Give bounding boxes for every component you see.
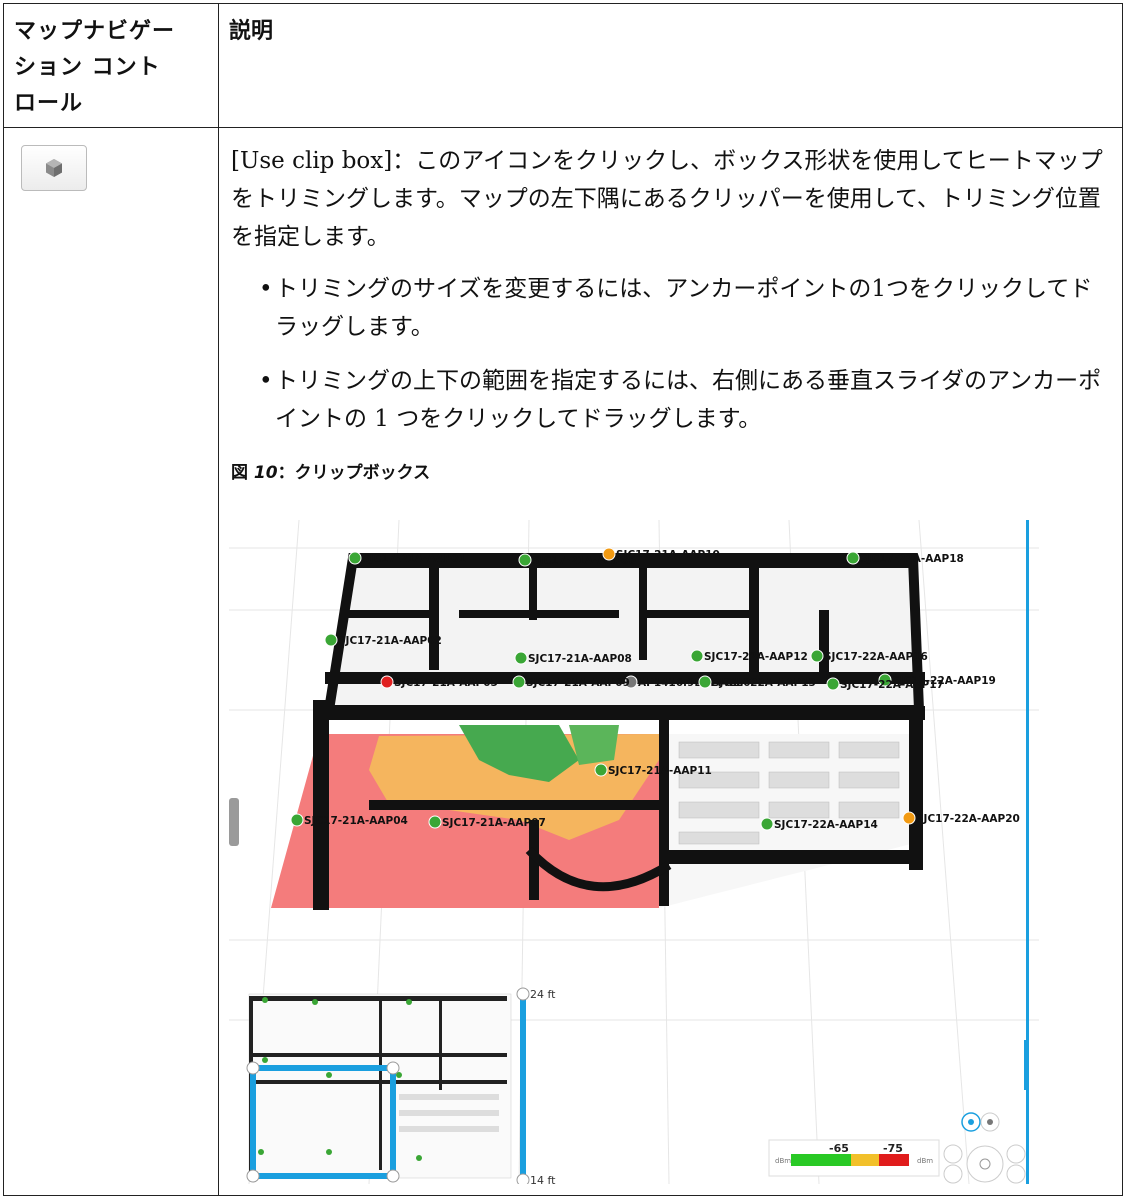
header-control-line: マップナビゲー [14, 19, 176, 44]
signal-legend: dBm -65 -75 dBm [768, 1139, 940, 1177]
ap-label: SJC17-22A-AAP17 [840, 679, 944, 691]
ap-marker[interactable]: SJC17-21A-AAP08 [514, 651, 632, 665]
anchor-point[interactable] [246, 1061, 260, 1075]
ap-pin-icon [690, 649, 704, 663]
description-intro: [Use clip box]：このアイコンをクリックし、ボックス形状を使用してヒ… [231, 148, 1103, 250]
ap-label: SJC17-21A-AAP11 [608, 765, 712, 777]
ap-pin-icon [594, 763, 608, 777]
ap-label: SJC17-21A-AAP08 [528, 653, 632, 665]
header-control-line: ション コント [14, 55, 161, 80]
pin-icon[interactable] [943, 1164, 963, 1184]
ap-marker[interactable]: SJC17-21A-AAP05 [380, 675, 498, 689]
table-row: [Use clip box]：このアイコンをクリックし、ボックス形状を使用してヒ… [3, 127, 1123, 1196]
ap-marker[interactable]: SJC17-21A-AAP10 [602, 547, 720, 561]
ap-pin-icon [512, 675, 526, 689]
ap-pin-icon [826, 677, 840, 691]
ap-pin-icon [518, 553, 532, 567]
ap-pin-icon [760, 817, 774, 831]
anchor-point[interactable] [386, 1169, 400, 1183]
ap-label: SJC17-22A-AAP14 [774, 819, 878, 831]
anchor-point[interactable] [386, 1061, 400, 1075]
ap-marker[interactable]: SJC17-22A-AAP13 [698, 675, 816, 689]
ap-label: SJC17-21A-AAP10 [616, 549, 720, 561]
ap-label: SJC17-21A-AAP02 [338, 635, 442, 647]
anchor-point[interactable] [246, 1169, 260, 1183]
height-slider[interactable]: 24 ft 14 ft [516, 987, 556, 1184]
ap-label: SJC17-22A-AAP12 [704, 651, 808, 663]
ap-pin-icon [324, 633, 338, 647]
bullet-list: トリミングのサイズを変更するには、アンカーポイントの1つをクリックしてドラッグし… [231, 270, 1110, 438]
header-control-line: ロール [14, 91, 84, 116]
clip-box-icon [46, 159, 62, 177]
ap-label: SJC17-21A-AAP09 [526, 677, 630, 689]
header-cell-control: マップナビゲー ション コント ロール [3, 3, 219, 128]
ap-pin-icon [698, 675, 712, 689]
slider-anchor-bottom[interactable] [516, 1173, 530, 1184]
collapse-tab[interactable] [229, 798, 239, 846]
header-cell-description: 説明 [218, 3, 1123, 128]
ap-marker[interactable]: SJC17-22A-AAP14 [760, 817, 878, 831]
slider-bottom-label: 14 ft [530, 1174, 556, 1184]
ap-pin-icon [348, 551, 362, 565]
ap-marker[interactable]: SJC17-21A-AAP04 [290, 813, 408, 827]
caption-text: ：クリップボックス [277, 463, 431, 483]
legend-unit-left: dBm [775, 1157, 791, 1165]
list-item: トリミングの上下の範囲を指定するには、右側にある垂直スライダのアンカーポイントの… [259, 362, 1110, 438]
ap-marker[interactable]: SJC17-21A-AAP07 [428, 815, 546, 829]
ap-label: SJC17-22A-AAP13 [712, 677, 816, 689]
ap-label: SJC17-22A-AAP20 [916, 813, 1020, 825]
ap-marker[interactable]: SJC17-22A-AAP20 [902, 811, 1020, 825]
ap-pin-icon [846, 551, 860, 565]
ap-label: SJC17-22A-AAP16 [824, 651, 928, 663]
list-item: トリミングのサイズを変更するには、アンカーポイントの1つをクリックしてドラッグし… [259, 270, 1110, 346]
header-description-label: 説明 [229, 19, 274, 44]
legend-mid-value: -65 [829, 1142, 849, 1155]
ap-pin-icon [902, 811, 916, 825]
ap-marker[interactable]: SJC17-22A-AAP18 [846, 551, 964, 565]
description-body: [Use clip box]：このアイコンをクリックし、ボックス形状を使用してヒ… [219, 128, 1122, 1184]
slider-anchor-top[interactable] [516, 987, 530, 1001]
slider-top-label: 24 ft [530, 988, 556, 1001]
ap-marker[interactable]: SJC17-21A-AAP09 [512, 675, 630, 689]
ap-label: SJC17-21A-AAP07 [442, 817, 546, 829]
clipper-minimap[interactable] [246, 993, 512, 1183]
ap-pin-icon [428, 815, 442, 829]
header-row: マップナビゲー ション コント ロール 説明 [3, 3, 1123, 128]
control-cell [3, 127, 219, 1196]
legend-unit-right: dBm [917, 1157, 933, 1165]
legend-low-value: -75 [883, 1142, 903, 1155]
ap-pin-icon [810, 649, 824, 663]
ap-marker[interactable]: SJC17-21A-AAP02 [324, 633, 442, 647]
view-controls [943, 1112, 1026, 1184]
ap-pin-icon [602, 547, 616, 561]
clip-box-button[interactable] [21, 145, 87, 191]
zoom-out-icon[interactable] [1006, 1164, 1026, 1184]
ap-pin-icon [514, 651, 528, 665]
ap-marker[interactable]: SJC17-21A-AAP01 [348, 551, 466, 565]
figure-caption: 図 10：クリップボックス [231, 454, 1110, 492]
floor-map: SJC17-21A-AAP01 SJC17-21A-AAP06SJC17-21A-… [229, 520, 1039, 1184]
ap-label: SJC17-21A-AAP05 [394, 677, 498, 689]
ap-marker[interactable]: SJC17-21A-AAP11 [594, 763, 712, 777]
ap-label: SJC17-22A-AAP18 [860, 553, 964, 565]
zoom-in-icon[interactable] [1006, 1144, 1026, 1164]
header-control-label: マップナビゲー ション コント ロール [4, 4, 218, 122]
ap-label: SJC17-21A-AAP01 [362, 553, 466, 565]
clip-box-figure: SJC17-21A-AAP01 SJC17-21A-AAP06 SJC17-21A-… [229, 520, 1039, 1184]
ap-marker[interactable]: SJC17-22A-AAP12 [690, 649, 808, 663]
ap-marker[interactable]: SJC17-22A-AAP17 [826, 677, 944, 691]
doc-table: マップナビゲー ション コント ロール 説明 [Use clip box]：この… [3, 3, 1123, 1196]
ap-label: SJC17-21A-AAP04 [304, 815, 408, 827]
ap-marker[interactable]: SJC17-22A-AAP16 [810, 649, 928, 663]
caption-prefix: 図 [231, 463, 254, 483]
ap-pin-icon [290, 813, 304, 827]
description-cell: [Use clip box]：このアイコンをクリックし、ボックス形状を使用してヒ… [218, 127, 1123, 1196]
ap-pin-icon [380, 675, 394, 689]
person-icon[interactable] [943, 1144, 963, 1164]
caption-number: 10 [253, 463, 278, 483]
